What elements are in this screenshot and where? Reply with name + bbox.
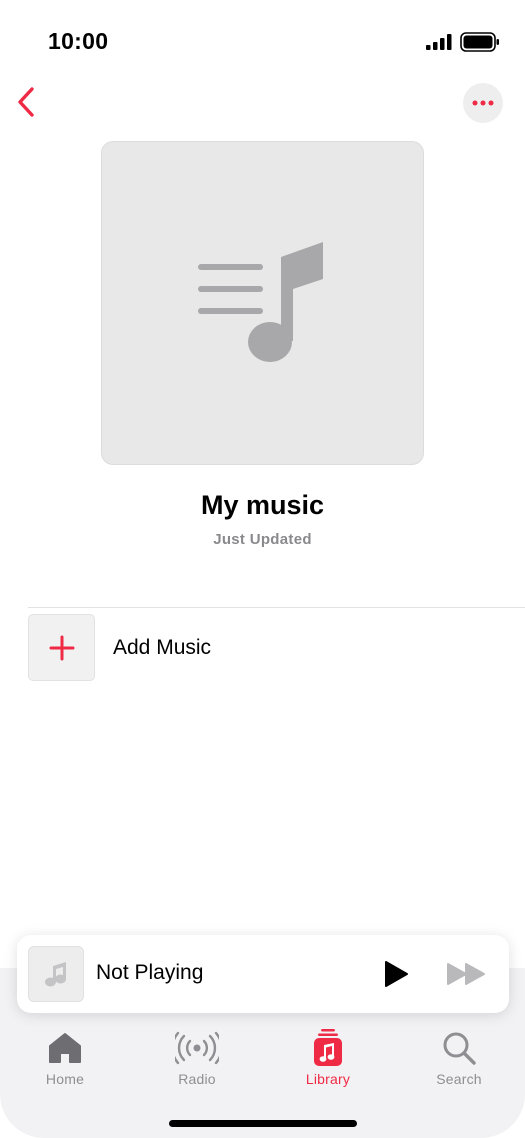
playlist-music-icon	[197, 241, 323, 362]
divider	[28, 607, 525, 608]
now-playing-title: Not Playing	[96, 961, 204, 984]
tab-search-label: Search	[436, 1071, 482, 1087]
fast-forward-icon	[447, 963, 485, 985]
more-options-button[interactable]	[463, 83, 503, 123]
status-time: 10:00	[48, 28, 109, 54]
tab-library[interactable]: Library	[273, 1028, 383, 1092]
plus-icon	[49, 635, 74, 660]
playlist-title: My music	[200, 490, 325, 520]
back-button[interactable]	[8, 82, 44, 122]
playlist-updated-label: Just Updated	[213, 531, 312, 548]
tab-home[interactable]: Home	[10, 1028, 120, 1092]
tab-radio[interactable]: Radio	[142, 1028, 252, 1092]
add-music-tile	[28, 614, 95, 681]
add-music-label: Add Music	[113, 635, 212, 659]
tab-library-label: Library	[305, 1071, 351, 1087]
magnifying-glass-icon	[443, 1032, 476, 1065]
tab-radio-label: Radio	[178, 1071, 216, 1087]
tab-search[interactable]: Search	[404, 1028, 514, 1092]
cellular-signal-icon	[426, 34, 452, 50]
home-indicator[interactable]	[169, 1120, 357, 1127]
playlist-artwork[interactable]	[101, 141, 424, 465]
mini-player[interactable]: Not Playing	[17, 935, 509, 1013]
chevron-left-icon	[18, 87, 34, 117]
mini-player-artwork	[28, 946, 84, 1002]
fast-forward-button[interactable]	[444, 957, 488, 991]
radio-broadcast-icon	[175, 1031, 219, 1065]
add-music-button[interactable]: Add Music	[28, 614, 525, 681]
tab-home-label: Home	[45, 1071, 85, 1087]
library-icon	[314, 1029, 342, 1066]
battery-full-icon	[460, 32, 499, 52]
house-icon	[49, 1033, 81, 1063]
play-icon	[385, 961, 408, 987]
music-note-icon	[45, 962, 66, 987]
play-button[interactable]	[379, 957, 413, 991]
status-bar: 10:00	[0, 0, 525, 80]
ellipsis-icon	[472, 100, 494, 106]
